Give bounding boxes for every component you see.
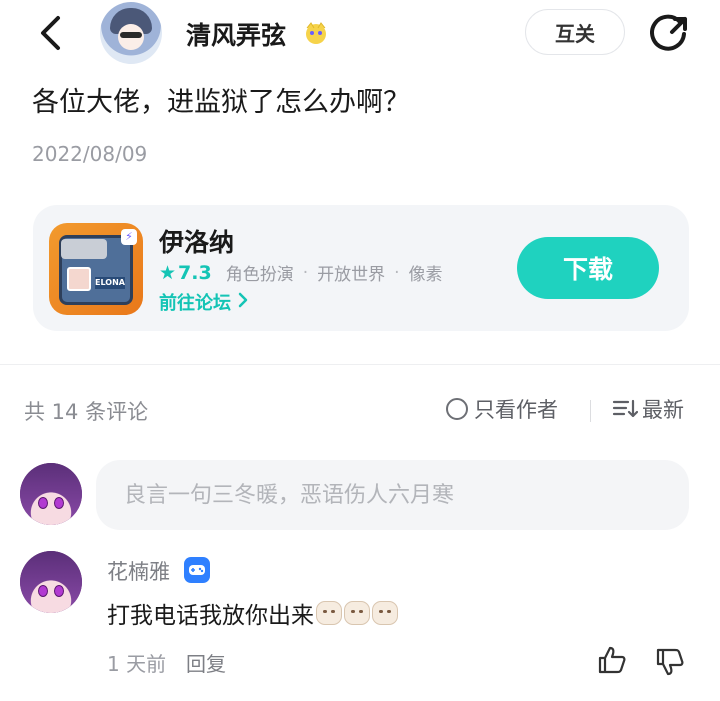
thumbs-up-icon[interactable] bbox=[596, 644, 628, 676]
game-card[interactable]: ELONA ⚡ 伊洛纳 ★ 7.3 角色扮演 · 开放世界 · 像素 前往论坛 … bbox=[33, 205, 689, 331]
user-badge-icon bbox=[302, 20, 330, 46]
back-arrow-icon[interactable] bbox=[34, 14, 68, 52]
comment-count: 共 14 条评论 bbox=[24, 400, 149, 424]
gamepad-badge-icon bbox=[184, 557, 210, 583]
section-divider bbox=[0, 364, 720, 365]
top-bar: 清风弄弦 互关 bbox=[0, 0, 720, 68]
thumbs-down-icon[interactable] bbox=[654, 646, 686, 678]
cat-emoji-icon bbox=[372, 601, 398, 625]
chevron-right-icon bbox=[237, 291, 249, 314]
author-only-label: 只看作者 bbox=[474, 398, 558, 422]
cat-emoji-icon bbox=[316, 601, 342, 625]
comment-input[interactable] bbox=[96, 460, 689, 530]
sort-button[interactable]: 最新 bbox=[612, 394, 684, 424]
cat-emoji-icon bbox=[344, 601, 370, 625]
author-avatar[interactable] bbox=[100, 2, 162, 64]
post-date: 2022/08/09 bbox=[32, 142, 148, 166]
current-user-avatar[interactable] bbox=[20, 463, 82, 525]
game-tag: 像素 bbox=[408, 265, 443, 285]
game-icon-tag: ELONA bbox=[95, 277, 125, 289]
forum-link[interactable]: 前往论坛 bbox=[159, 289, 249, 315]
game-name: 伊洛纳 bbox=[159, 228, 235, 257]
radio-circle-icon bbox=[446, 398, 468, 420]
share-icon[interactable] bbox=[650, 14, 690, 54]
comment-text: 打我电话我放你出来 bbox=[107, 603, 314, 629]
post-title: 各位大佬，进监狱了怎么办啊？ bbox=[32, 87, 410, 118]
game-meta: ★ 7.3 角色扮演 · 开放世界 · 像素 bbox=[159, 261, 443, 286]
game-tag: 开放世界 bbox=[317, 265, 386, 285]
author-only-toggle[interactable]: 只看作者 bbox=[446, 394, 558, 424]
game-icon[interactable]: ELONA ⚡ bbox=[49, 223, 143, 315]
game-rating: 7.3 bbox=[178, 261, 212, 284]
sort-icon bbox=[612, 399, 638, 418]
commenter-avatar[interactable] bbox=[20, 551, 82, 613]
author-username[interactable]: 清风弄弦 bbox=[186, 16, 286, 52]
forum-link-label: 前往论坛 bbox=[159, 293, 231, 314]
star-icon: ★ bbox=[159, 261, 177, 284]
sort-label: 最新 bbox=[642, 398, 684, 422]
commenter-name[interactable]: 花楠雅 bbox=[107, 556, 170, 586]
game-tag: 角色扮演 bbox=[225, 265, 294, 285]
comment-time: 1 天前 bbox=[107, 652, 167, 676]
sort-separator bbox=[590, 400, 591, 422]
reply-button[interactable]: 回复 bbox=[186, 648, 226, 677]
download-button[interactable]: 下载 bbox=[517, 237, 659, 299]
comment-body: 打我电话我放你出来 bbox=[107, 596, 398, 630]
mutual-follow-button[interactable]: 互关 bbox=[525, 9, 625, 55]
